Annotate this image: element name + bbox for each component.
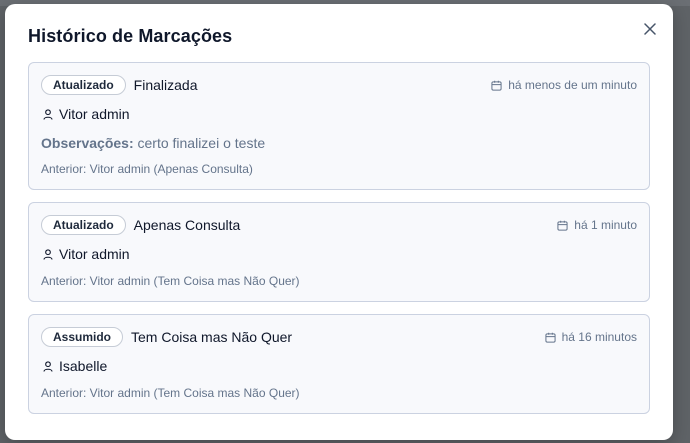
action-badge: Atualizado [41,75,126,95]
status-label: Apenas Consulta [133,217,241,233]
action-badge: Atualizado [41,215,126,235]
entry-header: Assumido Tem Coisa mas Não Quer há 16 mi… [41,326,637,348]
status-label: Finalizada [133,77,198,93]
previous-status: Anterior: Vitor admin (Tem Coisa mas Não… [41,274,300,288]
user-icon [43,248,53,260]
observations-text: certo finalizei o teste [137,135,266,151]
history-entry: Assumido Tem Coisa mas Não Quer há 16 mi… [28,314,650,414]
time-text: há 1 minuto [574,218,637,232]
close-button[interactable] [641,20,659,38]
entry-user: Isabelle [43,358,107,374]
time-text: há 16 minutos [561,330,637,344]
entry-time: há 16 minutos [545,330,637,344]
history-modal: Histórico de Marcações Atualizado Finali… [5,4,673,440]
history-entry: Atualizado Finalizada há menos de um min… [28,62,650,190]
user-name: Vitor admin [59,106,130,122]
observations-label: Observações: [41,135,134,151]
entry-time: há 1 minuto [557,218,637,232]
status-label: Tem Coisa mas Não Quer [131,329,293,345]
previous-status: Anterior: Vitor admin (Tem Coisa mas Não… [41,386,300,400]
action-badge: Assumido [41,327,124,347]
modal-title: Histórico de Marcações [28,26,233,46]
user-name: Vitor admin [59,246,130,262]
history-entry: Atualizado Apenas Consulta há 1 minuto V… [28,202,650,302]
calendar-icon [491,80,502,91]
entry-header: Atualizado Apenas Consulta há 1 minuto [41,214,637,236]
previous-status: Anterior: Vitor admin (Apenas Consulta) [41,162,253,176]
entry-time: há menos de um minuto [491,78,637,92]
entry-user: Vitor admin [43,106,130,122]
observations: Observações: certo finalizei o teste [41,135,265,151]
entry-user: Vitor admin [43,246,130,262]
close-icon [644,23,656,35]
time-text: há menos de um minuto [508,78,637,92]
user-icon [43,108,53,120]
entry-header: Atualizado Finalizada há menos de um min… [41,74,637,96]
calendar-icon [545,332,556,343]
user-name: Isabelle [59,358,108,374]
calendar-icon [557,220,568,231]
user-icon [43,360,53,372]
